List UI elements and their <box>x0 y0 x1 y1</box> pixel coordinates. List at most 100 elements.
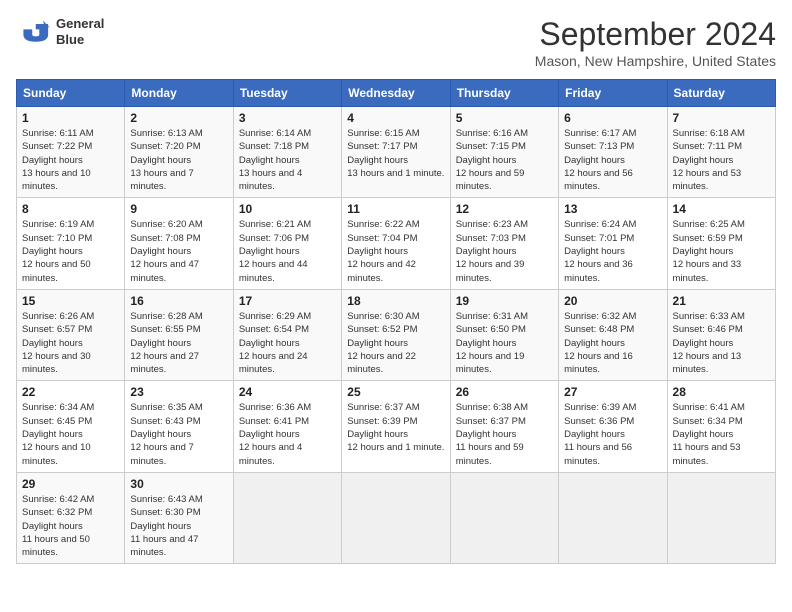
calendar-cell: 19 Sunrise: 6:31 AM Sunset: 6:50 PM Dayl… <box>450 289 558 380</box>
day-info: Sunrise: 6:42 AM Sunset: 6:32 PM Dayligh… <box>22 493 119 559</box>
title-block: September 2024 Mason, New Hampshire, Uni… <box>535 16 776 69</box>
calendar-cell <box>342 472 450 563</box>
day-info: Sunrise: 6:21 AM Sunset: 7:06 PM Dayligh… <box>239 218 336 284</box>
calendar-cell: 21 Sunrise: 6:33 AM Sunset: 6:46 PM Dayl… <box>667 289 775 380</box>
calendar-cell: 26 Sunrise: 6:38 AM Sunset: 6:37 PM Dayl… <box>450 381 558 472</box>
day-number: 6 <box>564 111 661 125</box>
calendar-cell: 22 Sunrise: 6:34 AM Sunset: 6:45 PM Dayl… <box>17 381 125 472</box>
day-info: Sunrise: 6:37 AM Sunset: 6:39 PM Dayligh… <box>347 401 444 454</box>
day-number: 28 <box>673 385 770 399</box>
calendar-cell: 16 Sunrise: 6:28 AM Sunset: 6:55 PM Dayl… <box>125 289 233 380</box>
day-info: Sunrise: 6:41 AM Sunset: 6:34 PM Dayligh… <box>673 401 770 467</box>
day-info: Sunrise: 6:19 AM Sunset: 7:10 PM Dayligh… <box>22 218 119 284</box>
day-number: 1 <box>22 111 119 125</box>
day-info: Sunrise: 6:11 AM Sunset: 7:22 PM Dayligh… <box>22 127 119 193</box>
calendar-cell: 24 Sunrise: 6:36 AM Sunset: 6:41 PM Dayl… <box>233 381 341 472</box>
day-info: Sunrise: 6:24 AM Sunset: 7:01 PM Dayligh… <box>564 218 661 284</box>
calendar-cell: 29 Sunrise: 6:42 AM Sunset: 6:32 PM Dayl… <box>17 472 125 563</box>
calendar-cell: 14 Sunrise: 6:25 AM Sunset: 6:59 PM Dayl… <box>667 198 775 289</box>
location: Mason, New Hampshire, United States <box>535 53 776 69</box>
column-header-thursday: Thursday <box>450 80 558 107</box>
day-info: Sunrise: 6:26 AM Sunset: 6:57 PM Dayligh… <box>22 310 119 376</box>
day-info: Sunrise: 6:33 AM Sunset: 6:46 PM Dayligh… <box>673 310 770 376</box>
day-number: 19 <box>456 294 553 308</box>
day-info: Sunrise: 6:36 AM Sunset: 6:41 PM Dayligh… <box>239 401 336 467</box>
day-info: Sunrise: 6:43 AM Sunset: 6:30 PM Dayligh… <box>130 493 227 559</box>
day-number: 13 <box>564 202 661 216</box>
calendar-cell: 20 Sunrise: 6:32 AM Sunset: 6:48 PM Dayl… <box>559 289 667 380</box>
calendar-cell: 2 Sunrise: 6:13 AM Sunset: 7:20 PM Dayli… <box>125 107 233 198</box>
calendar-cell: 4 Sunrise: 6:15 AM Sunset: 7:17 PM Dayli… <box>342 107 450 198</box>
day-number: 18 <box>347 294 444 308</box>
day-info: Sunrise: 6:31 AM Sunset: 6:50 PM Dayligh… <box>456 310 553 376</box>
day-number: 20 <box>564 294 661 308</box>
calendar-week-3: 15 Sunrise: 6:26 AM Sunset: 6:57 PM Dayl… <box>17 289 776 380</box>
day-number: 8 <box>22 202 119 216</box>
column-header-tuesday: Tuesday <box>233 80 341 107</box>
day-info: Sunrise: 6:35 AM Sunset: 6:43 PM Dayligh… <box>130 401 227 467</box>
calendar-cell: 1 Sunrise: 6:11 AM Sunset: 7:22 PM Dayli… <box>17 107 125 198</box>
calendar-cell: 27 Sunrise: 6:39 AM Sunset: 6:36 PM Dayl… <box>559 381 667 472</box>
day-number: 10 <box>239 202 336 216</box>
calendar-cell: 17 Sunrise: 6:29 AM Sunset: 6:54 PM Dayl… <box>233 289 341 380</box>
day-info: Sunrise: 6:25 AM Sunset: 6:59 PM Dayligh… <box>673 218 770 284</box>
calendar-cell: 23 Sunrise: 6:35 AM Sunset: 6:43 PM Dayl… <box>125 381 233 472</box>
day-number: 16 <box>130 294 227 308</box>
page-header: General Blue September 2024 Mason, New H… <box>16 16 776 69</box>
day-info: Sunrise: 6:16 AM Sunset: 7:15 PM Dayligh… <box>456 127 553 193</box>
day-info: Sunrise: 6:18 AM Sunset: 7:11 PM Dayligh… <box>673 127 770 193</box>
day-number: 23 <box>130 385 227 399</box>
day-number: 27 <box>564 385 661 399</box>
logo: General Blue <box>16 16 104 47</box>
calendar-cell: 8 Sunrise: 6:19 AM Sunset: 7:10 PM Dayli… <box>17 198 125 289</box>
day-number: 2 <box>130 111 227 125</box>
calendar-cell <box>667 472 775 563</box>
calendar-cell: 15 Sunrise: 6:26 AM Sunset: 6:57 PM Dayl… <box>17 289 125 380</box>
day-info: Sunrise: 6:29 AM Sunset: 6:54 PM Dayligh… <box>239 310 336 376</box>
day-info: Sunrise: 6:30 AM Sunset: 6:52 PM Dayligh… <box>347 310 444 376</box>
day-info: Sunrise: 6:39 AM Sunset: 6:36 PM Dayligh… <box>564 401 661 467</box>
day-number: 7 <box>673 111 770 125</box>
calendar-cell: 12 Sunrise: 6:23 AM Sunset: 7:03 PM Dayl… <box>450 198 558 289</box>
calendar-cell: 30 Sunrise: 6:43 AM Sunset: 6:30 PM Dayl… <box>125 472 233 563</box>
day-number: 22 <box>22 385 119 399</box>
month-title: September 2024 <box>535 16 776 53</box>
calendar-cell: 5 Sunrise: 6:16 AM Sunset: 7:15 PM Dayli… <box>450 107 558 198</box>
day-info: Sunrise: 6:17 AM Sunset: 7:13 PM Dayligh… <box>564 127 661 193</box>
calendar-week-2: 8 Sunrise: 6:19 AM Sunset: 7:10 PM Dayli… <box>17 198 776 289</box>
calendar-cell: 11 Sunrise: 6:22 AM Sunset: 7:04 PM Dayl… <box>342 198 450 289</box>
day-number: 17 <box>239 294 336 308</box>
calendar-cell: 28 Sunrise: 6:41 AM Sunset: 6:34 PM Dayl… <box>667 381 775 472</box>
day-info: Sunrise: 6:23 AM Sunset: 7:03 PM Dayligh… <box>456 218 553 284</box>
calendar-table: SundayMondayTuesdayWednesdayThursdayFrid… <box>16 79 776 564</box>
calendar-cell: 6 Sunrise: 6:17 AM Sunset: 7:13 PM Dayli… <box>559 107 667 198</box>
day-info: Sunrise: 6:14 AM Sunset: 7:18 PM Dayligh… <box>239 127 336 193</box>
day-number: 5 <box>456 111 553 125</box>
calendar-cell: 9 Sunrise: 6:20 AM Sunset: 7:08 PM Dayli… <box>125 198 233 289</box>
column-header-monday: Monday <box>125 80 233 107</box>
day-number: 29 <box>22 477 119 491</box>
day-info: Sunrise: 6:38 AM Sunset: 6:37 PM Dayligh… <box>456 401 553 467</box>
calendar-header-row: SundayMondayTuesdayWednesdayThursdayFrid… <box>17 80 776 107</box>
calendar-week-1: 1 Sunrise: 6:11 AM Sunset: 7:22 PM Dayli… <box>17 107 776 198</box>
day-number: 26 <box>456 385 553 399</box>
day-number: 12 <box>456 202 553 216</box>
column-header-saturday: Saturday <box>667 80 775 107</box>
calendar-cell <box>450 472 558 563</box>
logo-line2: Blue <box>56 32 84 47</box>
day-info: Sunrise: 6:13 AM Sunset: 7:20 PM Dayligh… <box>130 127 227 193</box>
calendar-cell: 10 Sunrise: 6:21 AM Sunset: 7:06 PM Dayl… <box>233 198 341 289</box>
logo-icon <box>16 17 52 47</box>
day-number: 25 <box>347 385 444 399</box>
column-header-friday: Friday <box>559 80 667 107</box>
day-info: Sunrise: 6:15 AM Sunset: 7:17 PM Dayligh… <box>347 127 444 180</box>
day-number: 4 <box>347 111 444 125</box>
calendar-cell: 25 Sunrise: 6:37 AM Sunset: 6:39 PM Dayl… <box>342 381 450 472</box>
column-header-wednesday: Wednesday <box>342 80 450 107</box>
day-number: 14 <box>673 202 770 216</box>
logo-line1: General <box>56 16 104 31</box>
day-info: Sunrise: 6:32 AM Sunset: 6:48 PM Dayligh… <box>564 310 661 376</box>
calendar-week-5: 29 Sunrise: 6:42 AM Sunset: 6:32 PM Dayl… <box>17 472 776 563</box>
day-number: 21 <box>673 294 770 308</box>
day-info: Sunrise: 6:20 AM Sunset: 7:08 PM Dayligh… <box>130 218 227 284</box>
